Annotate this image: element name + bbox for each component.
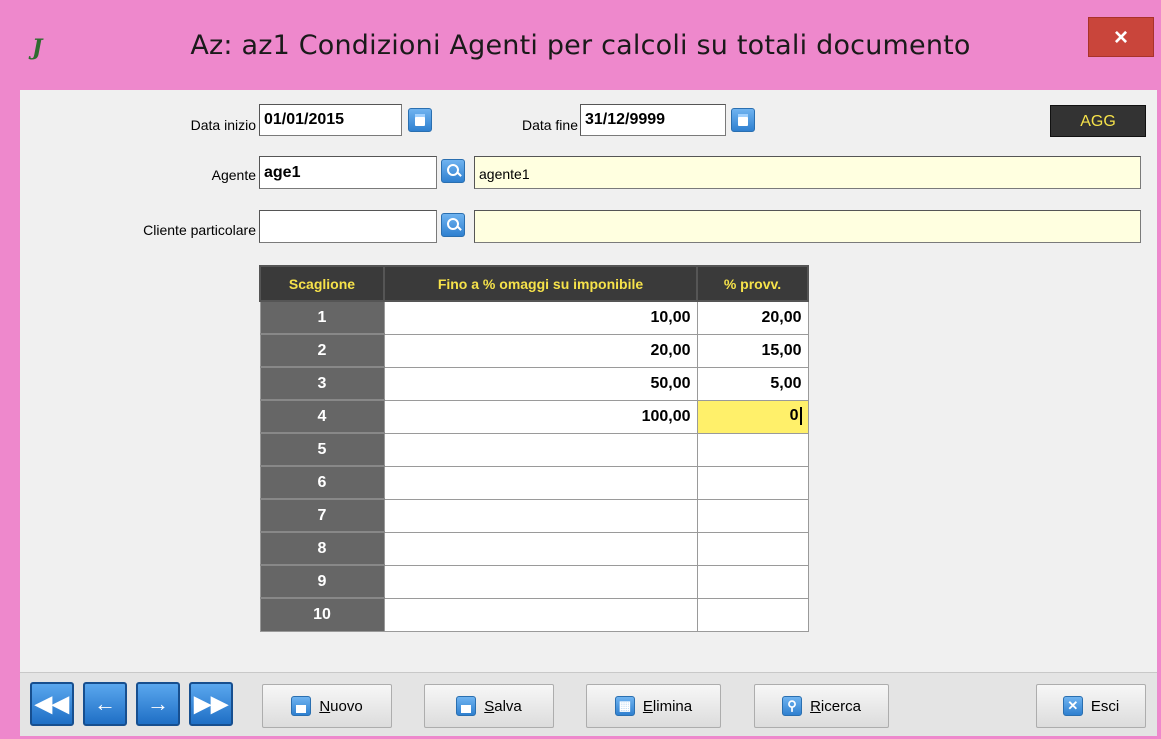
window-title: Az: az1 Condizioni Agenti per calcoli su… [190, 30, 971, 61]
column-header-provv: % provv. [696, 265, 809, 302]
search-icon[interactable] [441, 159, 465, 183]
elimina-button[interactable]: ▦ Elimina [586, 684, 721, 728]
row-number[interactable]: 3 [259, 366, 385, 401]
provv-cell[interactable] [696, 531, 809, 566]
close-button[interactable]: × [1088, 17, 1154, 57]
provv-cell[interactable] [696, 564, 809, 599]
ricerca-label: Ricerca [810, 697, 861, 715]
table-row: 9 [259, 564, 809, 599]
arrow-left-icon: ← [94, 691, 116, 716]
fino-cell[interactable]: 10,00 [383, 300, 698, 335]
double-arrow-right-icon: ▶▶ [194, 691, 228, 716]
provv-cell-active[interactable]: 0 [696, 399, 809, 434]
last-record-button[interactable]: ▶▶ [189, 682, 233, 726]
new-record-icon [291, 696, 312, 716]
provv-cell[interactable]: 5,00 [696, 366, 809, 401]
table-row: 8 [259, 531, 809, 566]
search-icon[interactable] [441, 213, 465, 237]
fino-cell[interactable] [383, 564, 698, 599]
fino-cell[interactable]: 100,00 [383, 399, 698, 434]
fino-cell[interactable] [383, 498, 698, 533]
row-number[interactable]: 7 [259, 498, 385, 533]
fino-cell[interactable] [383, 597, 698, 632]
row-number[interactable]: 9 [259, 564, 385, 599]
agente-description-field[interactable] [474, 156, 1141, 189]
column-header-fino-a: Fino a % omaggi su imponibile [383, 265, 698, 302]
data-fine-label: Data fine [521, 117, 578, 133]
row-number[interactable]: 1 [259, 300, 385, 335]
save-icon [456, 696, 477, 716]
provv-cell[interactable] [696, 597, 809, 632]
delete-icon: ▦ [614, 696, 635, 716]
row-number[interactable]: 6 [259, 465, 385, 500]
fino-cell[interactable]: 50,00 [383, 366, 698, 401]
row-number[interactable]: 8 [259, 531, 385, 566]
cliente-code-field[interactable] [259, 210, 437, 243]
calendar-icon[interactable] [731, 108, 755, 132]
esci-label: Esci [1090, 697, 1120, 715]
data-inizio-label: Data inizio [190, 117, 256, 133]
next-record-button[interactable]: → [136, 682, 180, 726]
ricerca-button[interactable]: ⚲ Ricerca [754, 684, 889, 728]
agente-code-field[interactable] [259, 156, 437, 189]
previous-record-button[interactable]: ← [83, 682, 127, 726]
table-header-row: Scaglione Fino a % omaggi su imponibile … [259, 265, 809, 302]
provv-cell[interactable]: 15,00 [696, 333, 809, 368]
table-row: 10 [259, 597, 809, 632]
table-row: 1 10,00 20,00 [259, 300, 809, 335]
fino-cell[interactable]: 20,00 [383, 333, 698, 368]
row-number[interactable]: 4 [259, 399, 385, 434]
calendar-icon[interactable] [408, 108, 432, 132]
arrow-right-icon: → [147, 691, 169, 716]
provv-cell[interactable] [696, 465, 809, 500]
close-icon: ✕ [1062, 696, 1083, 716]
row-number[interactable]: 2 [259, 333, 385, 368]
fino-cell[interactable] [383, 465, 698, 500]
provv-cell-value: 0 [789, 407, 799, 425]
window: J Az: az1 Condizioni Agenti per calcoli … [0, 0, 1161, 739]
fino-cell[interactable] [383, 531, 698, 566]
agg-status-badge: AGG [1050, 105, 1146, 137]
table-row: 3 50,00 5,00 [259, 366, 809, 401]
text-cursor [799, 407, 802, 426]
cliente-description-field[interactable] [474, 210, 1141, 243]
salva-label: Salva [484, 697, 522, 715]
table-row: 4 100,00 0 [259, 399, 809, 434]
table-row: 2 20,00 15,00 [259, 333, 809, 368]
title-bar[interactable]: J Az: az1 Condizioni Agenti per calcoli … [0, 0, 1161, 90]
provv-cell[interactable] [696, 498, 809, 533]
first-record-button[interactable]: ◀◀ [30, 682, 74, 726]
nuovo-button[interactable]: Nuovo [262, 684, 392, 728]
provv-cell[interactable] [696, 432, 809, 467]
scaglioni-table: Scaglione Fino a % omaggi su imponibile … [259, 265, 809, 632]
data-fine-field[interactable] [580, 104, 726, 136]
table-row: 5 [259, 432, 809, 467]
nuovo-label: Nuovo [319, 697, 363, 715]
data-inizio-field[interactable] [259, 104, 402, 136]
column-header-scaglione: Scaglione [259, 265, 385, 302]
provv-cell[interactable]: 20,00 [696, 300, 809, 335]
esci-button[interactable]: ✕ Esci [1036, 684, 1146, 728]
double-arrow-left-icon: ◀◀ [35, 691, 69, 716]
row-number[interactable]: 5 [259, 432, 385, 467]
table-row: 7 [259, 498, 809, 533]
search-icon: ⚲ [782, 696, 803, 716]
row-number[interactable]: 10 [259, 597, 385, 632]
fino-cell[interactable] [383, 432, 698, 467]
salva-button[interactable]: Salva [424, 684, 554, 728]
table-row: 6 [259, 465, 809, 500]
agente-label: Agente [211, 167, 256, 183]
elimina-label: Elimina [642, 697, 693, 715]
cliente-particolare-label: Cliente particolare [143, 222, 256, 238]
